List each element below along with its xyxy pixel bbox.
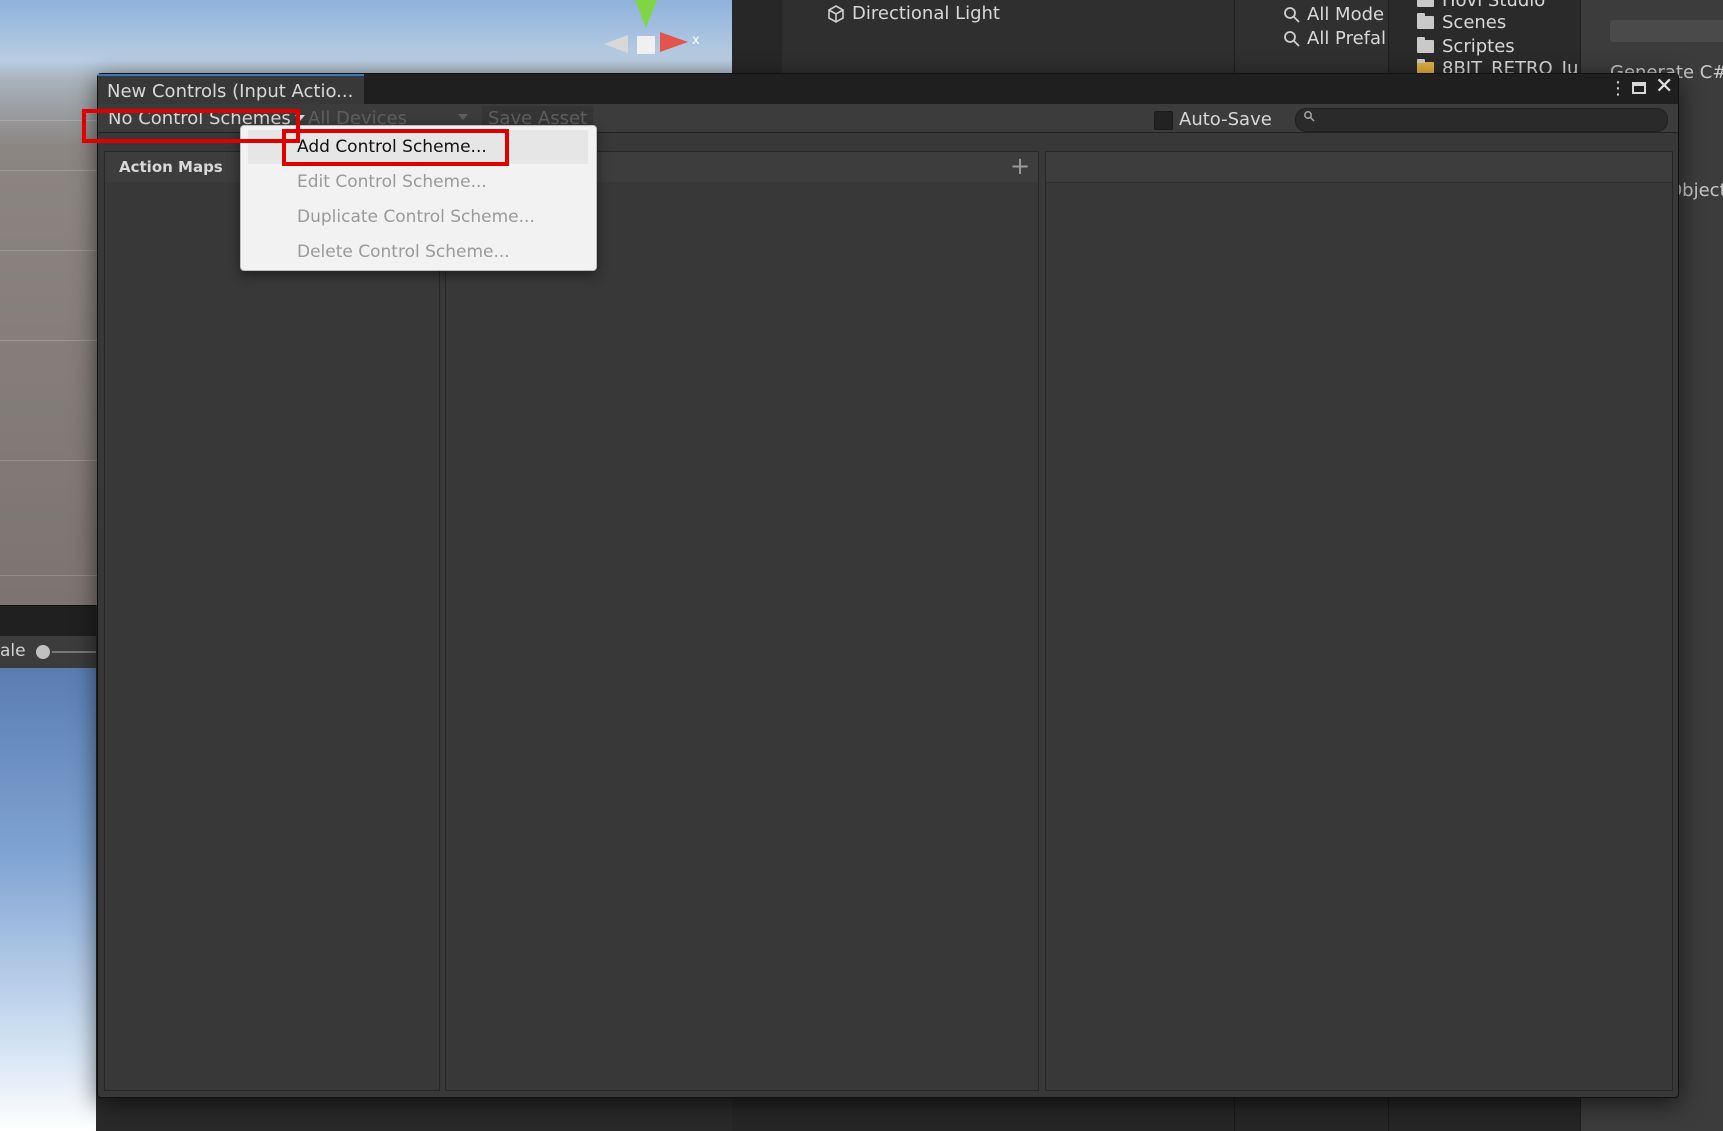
properties-pane (1045, 151, 1673, 1091)
auto-save-checkbox[interactable] (1154, 111, 1173, 130)
gizmo-x-label: x (692, 33, 700, 48)
project-favorites: All Mode All Prefal (1234, 0, 1389, 75)
folder-scriptes[interactable]: Scriptes (1417, 36, 1515, 57)
search-icon (1284, 6, 1300, 23)
folder-label: Hovi Studio (1442, 0, 1546, 11)
scale-slider-knob[interactable] (36, 645, 50, 659)
maximize-icon[interactable] (1632, 82, 1646, 94)
panel-divider (1234, 1096, 1235, 1131)
auto-save-label: Auto-Save (1179, 109, 1272, 130)
gameobject-icon (828, 4, 844, 23)
search-all-prefabs[interactable]: All Prefal (1283, 28, 1386, 49)
window-tab[interactable]: New Controls (Input Actio... (98, 74, 364, 104)
add-icon[interactable]: + (1010, 152, 1030, 180)
hierarchy-item-directional-light[interactable]: Directional Light (826, 3, 1000, 24)
orientation-gizmo[interactable]: x (596, 0, 706, 75)
folder-icon (1417, 37, 1434, 53)
game-view (0, 668, 96, 1131)
highlight-box-add-control-scheme (282, 129, 509, 166)
menu-item-delete-control-scheme: Delete Control Scheme... (297, 242, 510, 262)
search-label: All Mode (1307, 4, 1385, 25)
gizmo-z-cone[interactable] (604, 35, 628, 53)
gizmo-x-cone[interactable] (660, 32, 688, 52)
search-all-models[interactable]: All Mode (1283, 4, 1384, 25)
inspector-field[interactable] (1610, 20, 1723, 42)
actions-pane: + (445, 151, 1039, 1091)
search-icon (1304, 111, 1315, 122)
folder-icon (1417, 0, 1434, 7)
menu-item-duplicate-control-scheme: Duplicate Control Scheme... (297, 207, 535, 227)
scale-label: ale (0, 641, 26, 661)
menu-item-edit-control-scheme: Edit Control Scheme... (297, 172, 487, 192)
bottom-panels-strip (732, 1096, 1580, 1131)
search-icon (1284, 30, 1300, 47)
properties-header (1046, 152, 1672, 183)
more-options-icon[interactable]: ⋮ (1609, 78, 1627, 99)
search-input[interactable] (1295, 108, 1668, 132)
folder-icon (1417, 13, 1434, 29)
action-maps-pane: Action Maps (104, 151, 440, 1091)
window-title: New Controls (Input Actio... (107, 81, 354, 102)
scale-slider-track[interactable] (52, 651, 96, 653)
gizmo-center-cube[interactable] (637, 36, 655, 54)
game-view-header (0, 605, 96, 636)
highlight-box-control-schemes (82, 109, 300, 143)
project-assets: Hovi Studio Scenes Scriptes 8BIT_RETRO_J… (1388, 0, 1581, 75)
hierarchy-item-label: Directional Light (852, 3, 1000, 24)
folder-label: Scenes (1442, 12, 1507, 33)
action-maps-title: Action Maps (119, 158, 223, 176)
folder-hovi-studio[interactable]: Hovi Studio (1417, 0, 1545, 11)
hierarchy-gutter (732, 0, 782, 75)
folder-label: Scriptes (1442, 36, 1515, 57)
search-label: All Prefal (1307, 28, 1387, 49)
gizmo-y-cone[interactable] (635, 0, 657, 28)
chevron-down-icon (458, 114, 468, 120)
folder-scenes[interactable]: Scenes (1417, 12, 1506, 33)
close-icon[interactable]: ✕ (1655, 74, 1673, 99)
window-titlebar[interactable]: New Controls (Input Actio... ⋮ ✕ (98, 74, 1678, 104)
panel-divider (1388, 1096, 1389, 1131)
